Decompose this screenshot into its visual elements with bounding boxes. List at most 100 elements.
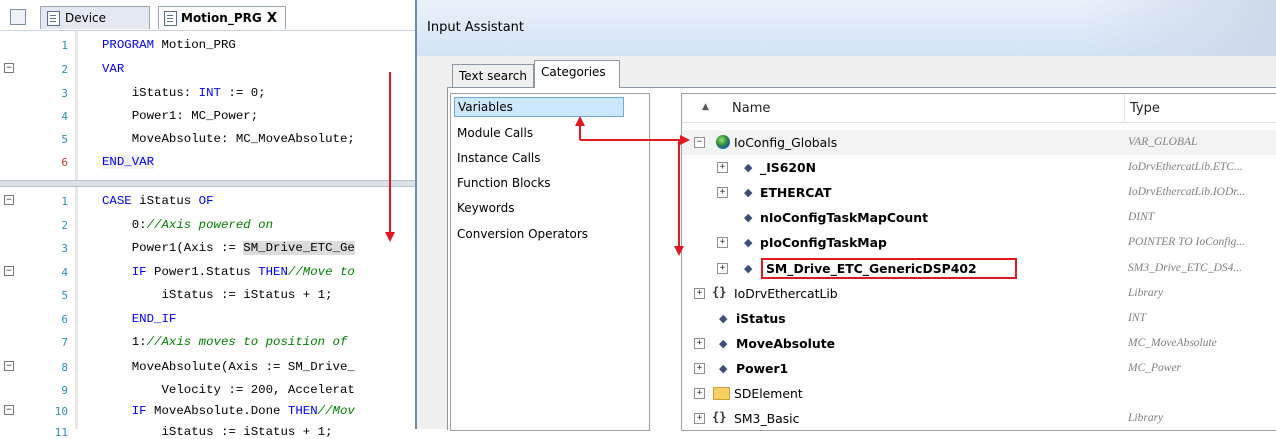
code-line[interactable]: iStatus: INT := 0; [102,86,266,100]
code-line[interactable]: MoveAbsolute: MC_MoveAbsolute; [102,132,355,146]
code-line[interactable]: MoveAbsolute(Axis := SM_Drive_ [102,360,355,374]
input-assistant-dialog: Input Assistant Text search Categories V… [415,0,1276,431]
tab-device[interactable]: Device [40,6,150,29]
line-number: 1 [61,39,68,52]
tab-label: Device [65,11,107,25]
variable-icon: ◆ [744,262,753,275]
dialog-titlebar[interactable]: Input Assistant [417,0,1276,56]
variable-icon: ◆ [719,312,728,325]
code-line[interactable]: iStatus := iStatus + 1; [102,288,332,302]
row-type: Library [1128,412,1164,424]
column-header-name[interactable]: Name [732,101,770,116]
tab-categories[interactable]: Categories [534,60,620,88]
program-icon [164,11,177,26]
category-module-calls[interactable]: Module Calls [457,126,533,140]
code-line[interactable]: CASE iStatus OF [102,194,214,208]
column-header-type[interactable]: Type [1130,101,1160,116]
editor-tab-bar: Device Motion_PRG X [0,0,415,31]
expand-icon[interactable]: + [694,363,705,374]
row-name: SDElement [734,386,803,401]
code-line[interactable]: END_IF [102,312,177,326]
row-name: nIoConfigTaskMapCount [760,210,928,225]
category-function-blocks[interactable]: Function Blocks [457,176,551,190]
code-line[interactable]: VAR [102,62,124,76]
line-number: 5 [61,133,68,146]
code-line[interactable]: END_VAR [102,155,155,169]
expand-icon[interactable]: + [717,162,728,173]
code-line[interactable]: Power1: MC_Power; [102,109,258,123]
code-line[interactable]: IF MoveAbsolute.Done THEN//Mov [102,404,355,418]
code-line[interactable]: Power1(Axis := SM_Drive_ETC_Ge [102,241,355,255]
row-name: SM3_Basic [734,411,800,426]
code-line[interactable]: iStatus := iStatus + 1; [102,425,332,439]
variable-icon: ◆ [744,236,753,249]
expand-icon[interactable]: + [717,263,728,274]
expand-icon[interactable]: + [694,338,705,349]
row-name: iStatus [736,311,786,326]
row-type: IoDrvEthercatLib.IODr... [1128,186,1246,198]
line-number: 11 [54,426,68,439]
row-type: VAR_GLOBAL [1128,136,1198,148]
line-number: 3 [61,87,68,100]
row-type: MC_Power [1128,362,1182,374]
code-line[interactable]: PROGRAM Motion_PRG [102,38,236,52]
tree-row[interactable]: ◆ nIoConfigTaskMapCount DINT [682,205,1276,230]
variable-icon: ◆ [744,211,753,224]
category-list: Variables Module Calls Instance Calls Fu… [450,93,650,431]
tab-text-search[interactable]: Text search [452,64,534,87]
tree-row[interactable]: + ◆ _IS620N IoDrvEthercatLib.ETC... [682,155,1276,180]
library-icon: {} [712,410,727,424]
project-icon[interactable] [10,9,26,25]
row-type: DINT [1128,211,1155,223]
tab-motion-prg[interactable]: Motion_PRG X [158,6,286,29]
row-name: pIoConfigTaskMap [760,235,887,250]
category-conversion-operators[interactable]: Conversion Operators [457,227,588,241]
expand-icon[interactable]: + [694,388,705,399]
library-icon: {} [712,285,727,299]
expand-icon[interactable]: + [694,288,705,299]
dialog-title: Input Assistant [427,20,525,35]
tree-row[interactable]: + {} SM3_Basic Library [682,406,1276,430]
code-line[interactable]: 1://Axis moves to position of [102,335,348,349]
line-number: 2 [61,63,68,76]
category-variables[interactable]: Variables [454,97,624,117]
category-instance-calls[interactable]: Instance Calls [457,151,541,165]
tree-row[interactable]: + ◆ Power1 MC_Power [682,356,1276,381]
row-type: INT [1128,312,1146,324]
row-name: IoConfig_Globals [734,135,838,150]
tree-row[interactable]: + {} IoDrvEthercatLib Library [682,281,1276,306]
category-keywords[interactable]: Keywords [457,201,515,215]
tree-row[interactable]: − IoConfig_Globals VAR_GLOBAL [682,130,1276,155]
tree-row[interactable]: + ◆ ETHERCAT IoDrvEthercatLib.IODr... [682,180,1276,205]
collapse-icon[interactable]: − [694,137,705,148]
editor-splitter[interactable] [0,180,415,187]
line-number: 4 [61,266,68,279]
row-name: _IS620N [760,160,816,175]
tree-row[interactable]: + ◆ pIoConfigTaskMap POINTER TO IoConfig… [682,230,1276,255]
code-line[interactable]: 0://Axis powered on [102,218,273,232]
line-number: 7 [61,336,68,349]
row-type: MC_MoveAbsolute [1128,337,1217,349]
row-name: IoDrvEthercatLib [734,286,838,301]
globe-icon [716,135,730,149]
tree-row[interactable]: + SDElement [682,381,1276,406]
line-number: 10 [54,405,68,418]
expand-icon[interactable]: + [717,237,728,248]
row-name: MoveAbsolute [736,336,836,351]
expand-icon[interactable]: + [694,413,705,424]
tree-row[interactable]: + ◆ MoveAbsolute MC_MoveAbsolute [682,331,1276,356]
row-type: IoDrvEthercatLib.ETC... [1128,161,1243,173]
code-line[interactable]: IF Power1.Status THEN//Move to [102,265,355,279]
close-tab-icon[interactable]: X [267,7,277,30]
row-type: POINTER TO IoConfig... [1128,236,1246,248]
expand-icon[interactable]: + [717,187,728,198]
folder-icon [713,387,730,400]
code-line[interactable]: Velocity := 200, Accelerat [102,383,354,397]
line-number: 5 [61,289,68,302]
tree-row[interactable]: ◆ iStatus INT [682,306,1276,331]
line-number: 4 [61,110,68,123]
variable-icon: ◆ [719,362,728,375]
tree-header: ▲ Name Type [682,94,1276,123]
row-type: SM3_Drive_ETC_DS4... [1128,262,1243,274]
sort-ascending-icon[interactable]: ▲ [702,102,709,112]
